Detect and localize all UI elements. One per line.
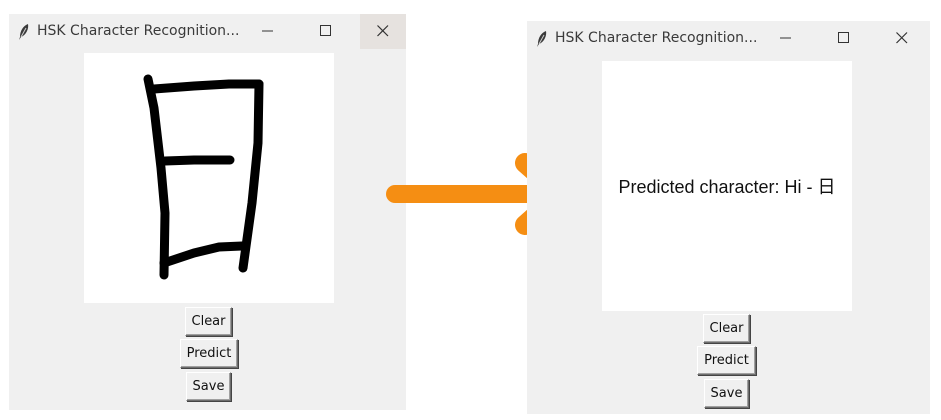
- drawing-canvas[interactable]: [84, 53, 334, 303]
- close-icon: [377, 25, 389, 37]
- predict-button[interactable]: Predict: [697, 346, 756, 375]
- maximize-icon: [838, 32, 849, 43]
- left-titlebar[interactable]: HSK Character Recognition...: [9, 14, 406, 49]
- window-title: HSK Character Recognition...: [555, 30, 758, 46]
- prediction-text: Predicted character: Hi - 日: [618, 177, 836, 197]
- predict-button[interactable]: Predict: [180, 339, 238, 368]
- maximize-button[interactable]: [821, 21, 867, 56]
- clear-button[interactable]: Clear: [703, 314, 750, 343]
- minimize-icon: [262, 30, 273, 32]
- close-icon: [896, 32, 908, 44]
- minimize-button[interactable]: [245, 14, 291, 49]
- close-button[interactable]: [879, 21, 925, 56]
- left-app-window: HSK Character Recognition... Clear Predi…: [9, 14, 406, 410]
- handwritten-stroke: [143, 74, 264, 280]
- save-button[interactable]: Save: [186, 372, 231, 401]
- right-app-window: HSK Character Recognition... Predicted c…: [527, 21, 930, 414]
- minimize-button[interactable]: [763, 21, 809, 56]
- save-button[interactable]: Save: [704, 379, 749, 408]
- maximize-button[interactable]: [303, 14, 349, 49]
- clear-button[interactable]: Clear: [185, 307, 232, 336]
- maximize-icon: [320, 25, 331, 36]
- window-title: HSK Character Recognition...: [37, 23, 240, 39]
- tk-feather-icon: [537, 31, 547, 47]
- minimize-icon: [780, 37, 791, 39]
- result-canvas[interactable]: Predicted character: Hi - 日: [602, 61, 852, 311]
- tk-feather-icon: [19, 24, 29, 40]
- close-button[interactable]: [360, 14, 406, 49]
- right-titlebar[interactable]: HSK Character Recognition...: [527, 21, 930, 56]
